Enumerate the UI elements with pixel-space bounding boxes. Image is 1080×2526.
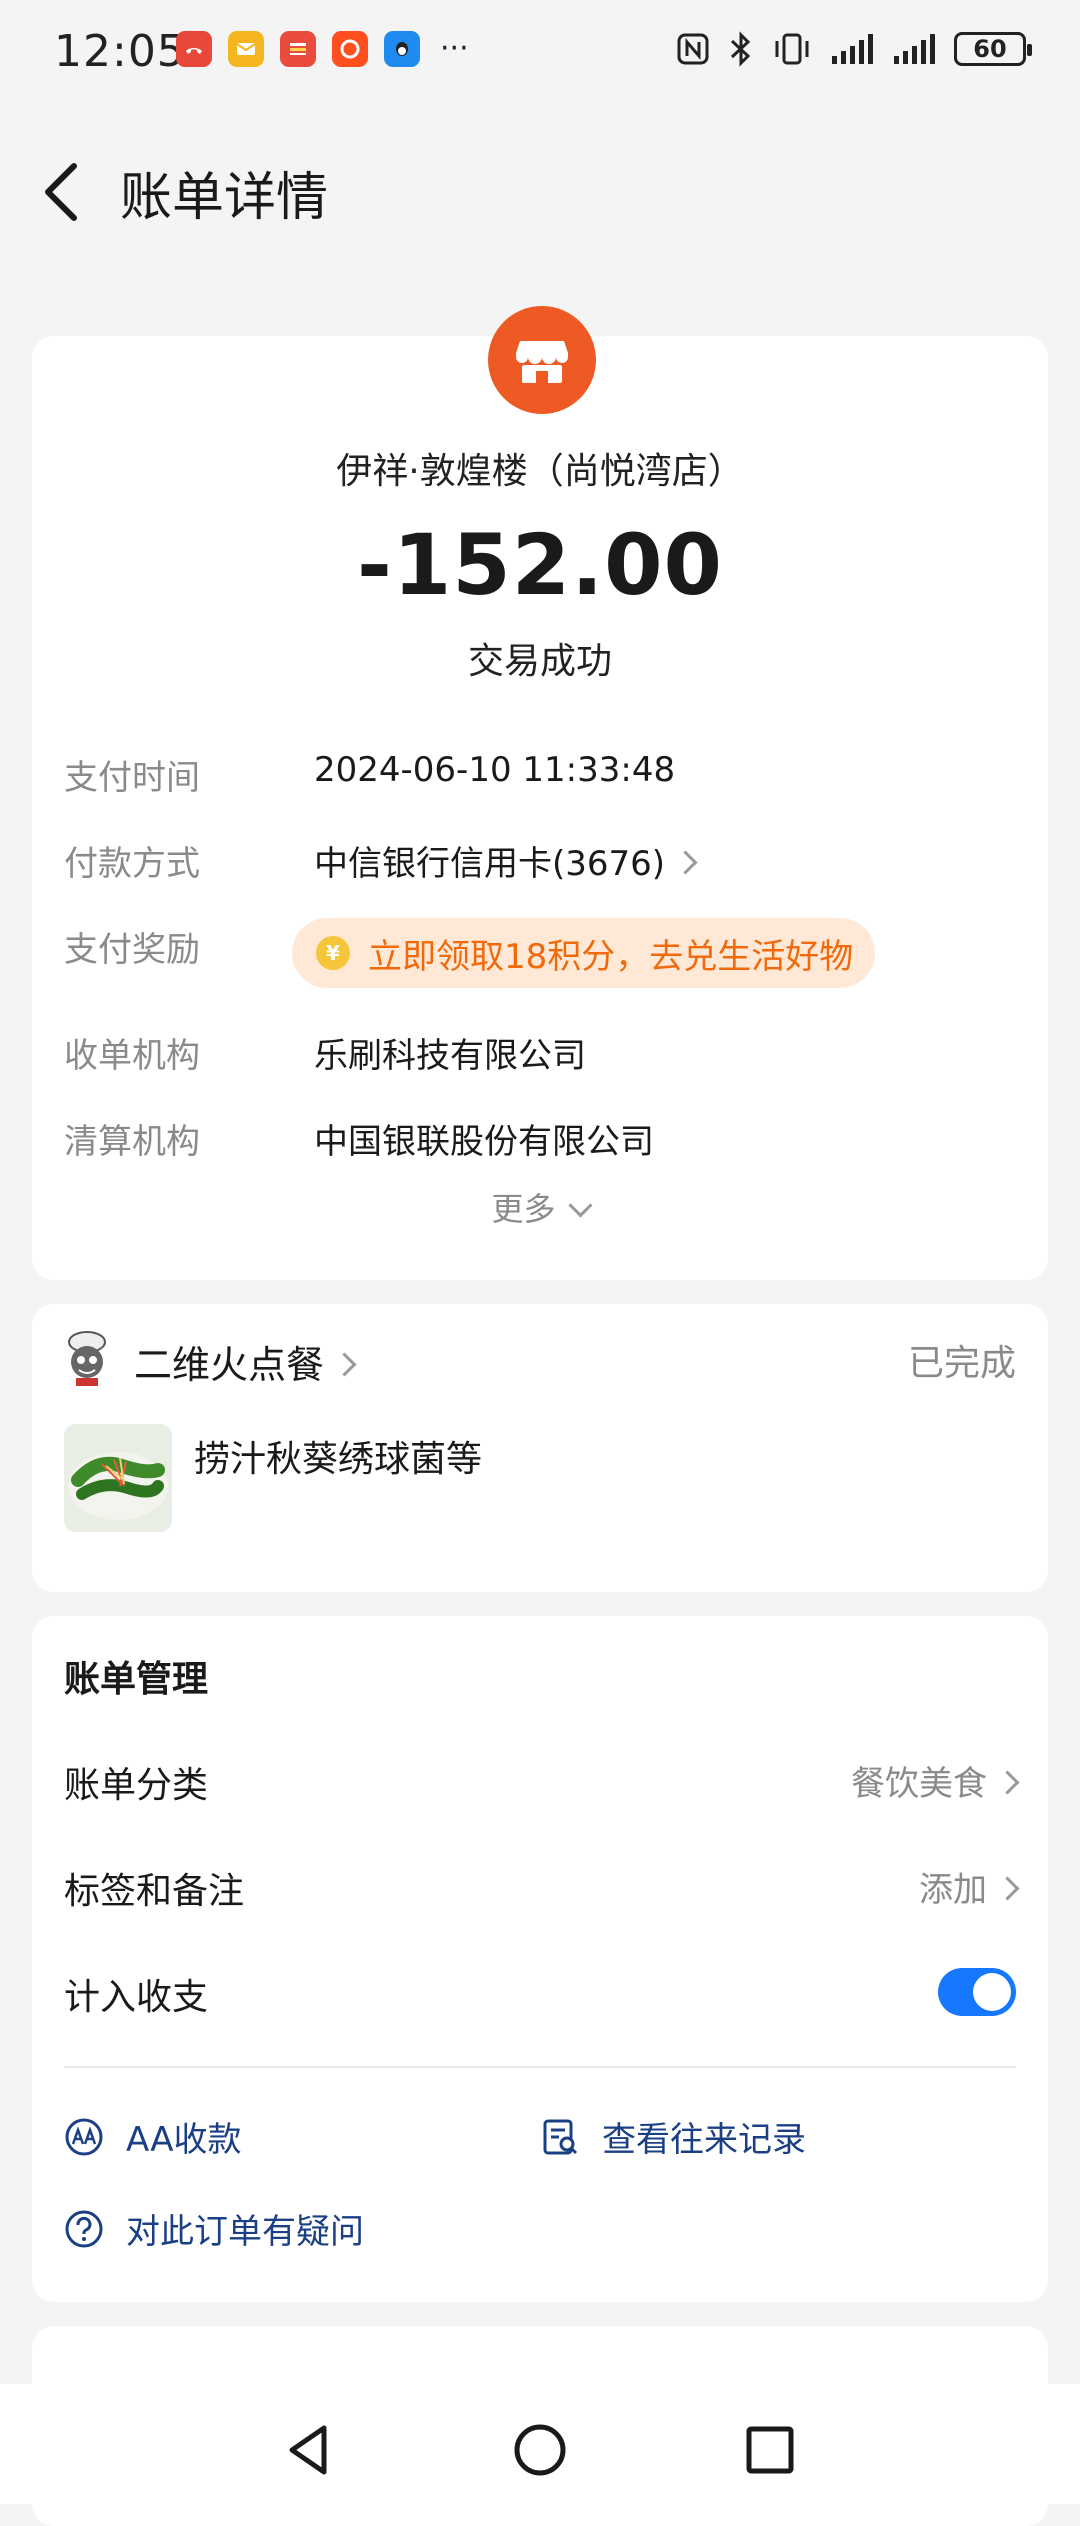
clearing-value: 中国银联股份有限公司 xyxy=(314,1122,654,1162)
coin-icon: ¥ xyxy=(316,936,350,970)
battery-level: 60 xyxy=(973,35,1007,63)
category-selector[interactable]: 餐饮美食 xyxy=(851,1756,1020,1805)
transaction-status: 交易成功 xyxy=(467,641,612,682)
recents-nav-icon[interactable] xyxy=(740,2420,800,2480)
question-label: 对此订单有疑问 xyxy=(126,2212,364,2252)
order-card[interactable]: 二维火点餐 已完成 捞汁秋葵绣球菌等 xyxy=(32,1304,1048,1592)
reward-button[interactable]: ¥ 立即领取18积分，去兑生活好物 xyxy=(292,918,876,988)
home-nav-icon[interactable] xyxy=(510,2420,570,2480)
dish-image xyxy=(64,1424,172,1532)
vibrate-icon xyxy=(775,33,809,65)
chevron-right-icon xyxy=(995,1770,1020,1795)
email-icon xyxy=(228,31,264,67)
records-icon xyxy=(543,2119,578,2154)
notification-icons: ··· xyxy=(176,31,469,67)
more-button[interactable]: 更多 xyxy=(32,1184,1048,1230)
aa-icon xyxy=(65,2118,103,2155)
pay-method-label: 付款方式 xyxy=(64,844,200,884)
pay-method-link[interactable]: 中信银行信用卡(3676) xyxy=(314,836,698,885)
merchant-name: 伊祥·敦煌楼（尚悦湾店） xyxy=(336,451,744,492)
acquirer-value: 乐刷科技有限公司 xyxy=(314,1036,586,1076)
count-label: 计入收支 xyxy=(64,1977,209,2018)
divider xyxy=(64,2066,1016,2068)
toggle-knob xyxy=(973,1973,1011,2011)
count-toggle[interactable] xyxy=(938,1968,1016,2016)
question-button[interactable]: 对此订单有疑问 xyxy=(64,2204,364,2253)
category-label: 账单分类 xyxy=(64,1765,209,1806)
aa-collect-button[interactable]: AA收款 xyxy=(64,2112,241,2161)
status-bar: 12:05 ··· 60 xyxy=(0,0,1080,100)
tags-label: 标签和备注 xyxy=(64,1871,245,1912)
tags-value: 添加 xyxy=(919,1870,987,1910)
transaction-card: 伊祥·敦煌楼（尚悦湾店） -152.00 交易成功 支付时间 2024-06-1… xyxy=(32,306,1048,1280)
order-service-name: 二维火点餐 xyxy=(134,1343,325,1387)
system-icons: 60 xyxy=(676,30,1032,68)
pay-time-value: 2024-06-10 11:33:48 xyxy=(314,750,676,790)
chevron-right-icon xyxy=(332,1352,357,1377)
navigation-bar xyxy=(0,2384,1080,2504)
battery-icon: 60 xyxy=(954,32,1032,66)
chevron-right-icon xyxy=(995,1876,1020,1901)
more-label: 更多 xyxy=(491,1190,556,1228)
chevron-right-icon xyxy=(673,850,698,875)
chef-avatar-icon xyxy=(68,1331,106,1386)
reward-text: 立即领取18积分，去兑生活好物 xyxy=(368,936,854,977)
transaction-amount: -152.00 xyxy=(356,516,723,614)
nfc-icon xyxy=(677,33,709,65)
tags-add-button[interactable]: 添加 xyxy=(919,1862,1020,1911)
news-icon xyxy=(280,31,316,67)
bluetooth-icon xyxy=(730,31,751,67)
back-arrow-icon[interactable] xyxy=(38,160,86,224)
pay-reward-label: 支付奖励 xyxy=(64,930,200,970)
store-icon xyxy=(488,306,596,414)
order-service-link[interactable]: 二维火点餐 xyxy=(134,1334,357,1389)
order-status: 已完成 xyxy=(907,1343,1016,1384)
section-title: 账单管理 xyxy=(64,1659,209,1700)
status-time: 12:05 xyxy=(54,26,186,77)
pay-method-value: 中信银行信用卡(3676) xyxy=(314,844,666,884)
bill-management-card: 账单管理 账单分类 餐饮美食 标签和备注 添加 计入收支 AA收款 查看往来记录 xyxy=(32,1616,1048,2302)
order-items: 捞汁秋葵绣球菌等 xyxy=(194,1439,483,1480)
aa-label: AA收款 xyxy=(126,2120,242,2160)
category-value: 餐饮美食 xyxy=(851,1764,987,1804)
qq-icon xyxy=(384,31,420,67)
acquirer-label: 收单机构 xyxy=(64,1036,200,1076)
more-notifications: ··· xyxy=(440,31,469,66)
signal-icon-2 xyxy=(894,34,935,64)
history-label: 查看往来记录 xyxy=(602,2120,806,2160)
pay-time-label: 支付时间 xyxy=(64,758,200,798)
history-button[interactable]: 查看往来记录 xyxy=(540,2112,806,2161)
missed-call-icon xyxy=(176,31,212,67)
taobao-icon xyxy=(332,31,368,67)
back-nav-icon[interactable] xyxy=(280,2420,340,2480)
signal-icon xyxy=(832,34,873,64)
question-icon xyxy=(65,2210,103,2247)
page-title: 账单详情 xyxy=(120,168,329,228)
clearing-label: 清算机构 xyxy=(64,1122,200,1162)
chevron-down-icon xyxy=(567,1193,593,1218)
